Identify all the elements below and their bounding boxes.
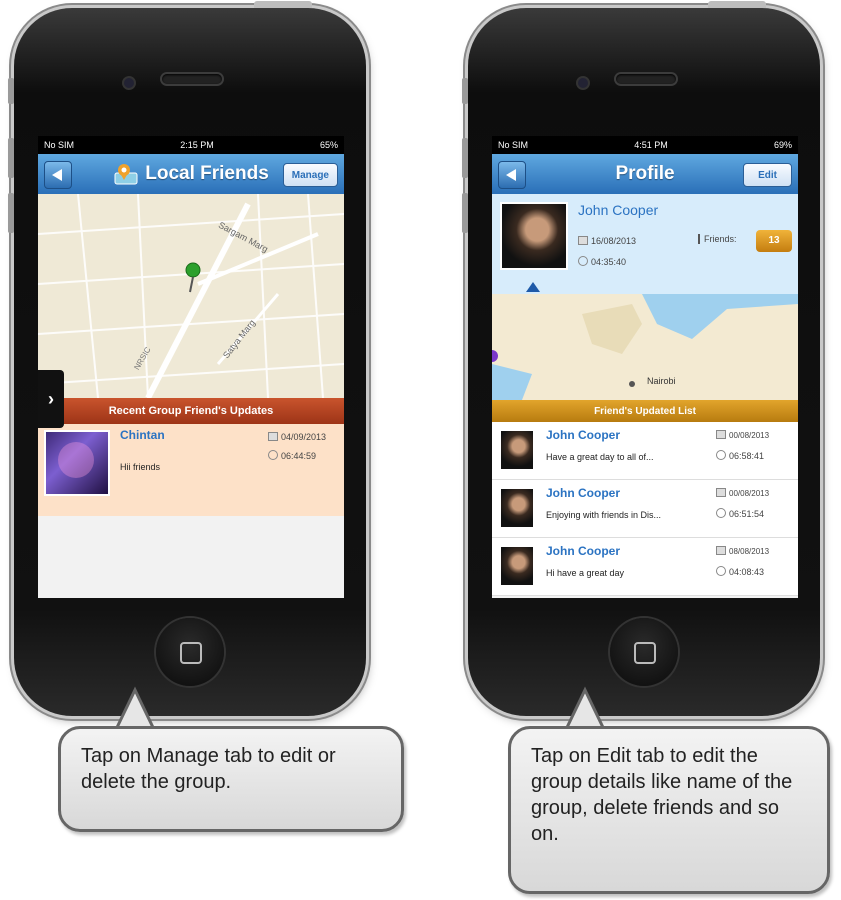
list-item[interactable]: Chintan Hii friends 04/09/2013 06:44:59 — [38, 424, 344, 516]
map-city-label: Nairobi — [647, 376, 676, 386]
clock-text: 2:15 PM — [180, 140, 214, 150]
friend-thumbnail — [44, 430, 110, 496]
carrier-text: No SIM — [498, 140, 529, 150]
callout-right: Tap on Edit tab to edit the group detail… — [508, 726, 830, 894]
calendar-icon — [578, 236, 588, 245]
volume-down-button — [462, 193, 468, 233]
list-item[interactable]: John Cooper Hi have a great day 08/08/20… — [492, 538, 798, 596]
friend-name[interactable]: John Cooper — [546, 544, 620, 558]
chevron-right-icon: › — [48, 388, 54, 409]
friends-count-badge[interactable]: 13 — [756, 230, 792, 252]
manage-button[interactable]: Manage — [282, 163, 338, 187]
profile-name: John Cooper — [578, 202, 659, 218]
mute-switch — [8, 78, 14, 104]
home-button[interactable] — [156, 618, 224, 686]
callout-left: Tap on Manage tab to edit or delete the … — [58, 726, 404, 832]
friends-label: Friends: — [698, 234, 737, 244]
battery-text: 69% — [773, 140, 792, 150]
friend-name[interactable]: John Cooper — [546, 428, 620, 442]
calendar-icon — [268, 432, 278, 441]
clock-icon — [578, 256, 588, 266]
calendar-icon — [716, 430, 726, 439]
volume-up-button — [8, 138, 14, 178]
list-item[interactable]: John Cooper Have a great day to all of..… — [492, 422, 798, 480]
camera — [578, 78, 588, 88]
nav-bar: Local Friends Manage — [38, 154, 344, 194]
friend-message: Enjoying with friends in Dis... — [546, 510, 662, 520]
section-header: Friend's Updated List — [492, 400, 798, 422]
update-time: 04:08:43 — [729, 567, 765, 577]
map-view[interactable]: Nairobi — [492, 294, 798, 400]
friend-message: Hi have a great day — [546, 568, 625, 578]
battery-text: 65% — [319, 140, 338, 150]
friend-message: Have a great day to all of... — [546, 452, 654, 462]
screen-right: No SIM 4:51 PM 69% Profile Edit John Coo… — [492, 136, 798, 598]
calendar-icon — [716, 488, 726, 497]
phone-right: No SIM 4:51 PM 69% Profile Edit John Coo… — [462, 1, 820, 716]
speaker — [616, 74, 676, 84]
speaker — [162, 74, 222, 84]
clock-icon — [268, 450, 278, 460]
avatar[interactable] — [500, 202, 568, 270]
update-time: 06:51:54 — [729, 509, 765, 519]
map-pin-icon — [113, 163, 139, 185]
clock-icon — [716, 508, 726, 518]
mute-switch — [462, 78, 468, 104]
profile-time: 04:35:40 — [591, 257, 627, 267]
calendar-icon — [716, 546, 726, 555]
profile-date: 16/08/2013 — [591, 236, 637, 246]
section-header: Recent Group Friend's Updates — [38, 398, 344, 424]
update-date: 04/09/2013 — [281, 432, 327, 442]
clock-icon — [716, 450, 726, 460]
avatar — [500, 546, 534, 586]
avatar — [500, 430, 534, 470]
status-bar: No SIM 4:51 PM 69% — [492, 136, 798, 154]
power-button — [708, 1, 766, 8]
callout-right-text: Tap on Edit tab to edit the group detail… — [531, 745, 793, 845]
drawer-toggle[interactable]: › — [38, 370, 64, 428]
title-label: Local Friends — [145, 163, 269, 184]
update-time: 06:44:59 — [281, 451, 317, 461]
camera — [124, 78, 134, 88]
clock-icon — [716, 566, 726, 576]
callout-left-text: Tap on Manage tab to edit or delete the … — [81, 745, 336, 793]
profile-header: John Cooper 16/08/2013 04:35:40 Friends:… — [492, 194, 798, 294]
carrier-text: No SIM — [44, 140, 75, 150]
friend-message: Hii friends — [120, 462, 161, 472]
nav-bar: Profile Edit — [492, 154, 798, 194]
status-bar: No SIM 2:15 PM 65% — [38, 136, 344, 154]
avatar — [500, 488, 534, 528]
home-button[interactable] — [610, 618, 678, 686]
edit-button[interactable]: Edit — [743, 163, 792, 187]
back-button[interactable] — [498, 161, 526, 189]
map-view[interactable]: Sargam Marg Satya Marg NRSIC — [38, 194, 344, 398]
volume-down-button — [8, 193, 14, 233]
screen-left: No SIM 2:15 PM 65% Local Friends Manage — [38, 136, 344, 598]
volume-up-button — [462, 138, 468, 178]
update-date: 08/08/2013 — [729, 547, 770, 556]
pointer-icon — [526, 282, 540, 292]
clock-text: 4:51 PM — [634, 140, 668, 150]
power-button — [254, 1, 312, 8]
friend-name[interactable]: Chintan — [120, 428, 165, 442]
back-button[interactable] — [44, 161, 72, 189]
update-date: 00/08/2013 — [729, 489, 770, 498]
phone-left: No SIM 2:15 PM 65% Local Friends Manage — [8, 1, 366, 716]
update-date: 00/08/2013 — [729, 431, 770, 440]
list-item[interactable]: John Cooper Enjoying with friends in Dis… — [492, 480, 798, 538]
update-time: 06:58:41 — [729, 451, 765, 461]
friend-name[interactable]: John Cooper — [546, 486, 620, 500]
